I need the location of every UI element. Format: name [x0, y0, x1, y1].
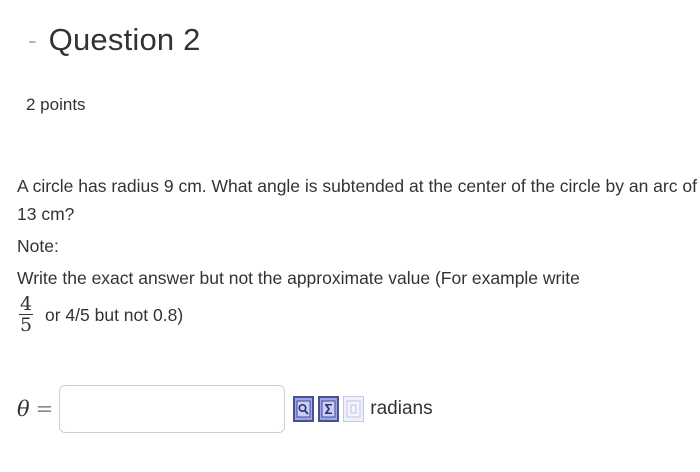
help-icon[interactable]	[343, 396, 365, 422]
question-header: - Question 2	[28, 18, 201, 62]
theta-variable: θ	[17, 397, 30, 421]
collapse-toggle[interactable]: -	[28, 27, 37, 53]
question-text: A circle has radius 9 cm. What angle is …	[17, 176, 697, 224]
fraction-denominator: 5	[19, 314, 33, 336]
preview-icon[interactable]	[293, 396, 315, 422]
example-line: 4 5 or 4/5 but not 0.8)	[17, 294, 700, 335]
instruction-text: Write the exact answer but not the appro…	[17, 268, 580, 288]
question-title: Question 2	[48, 22, 201, 57]
example-tail: or 4/5 but not 0.8)	[45, 304, 184, 325]
units-label: radians	[370, 398, 433, 419]
answer-tools	[293, 396, 368, 422]
equals-sign: =	[35, 397, 54, 421]
question-body: A circle has radius 9 cm. What angle is …	[17, 172, 700, 335]
fraction-numerator: 4	[19, 293, 33, 315]
answer-row: θ = radians	[17, 384, 433, 434]
equation-editor-icon[interactable]	[318, 396, 340, 422]
answer-input[interactable]	[59, 385, 286, 433]
points-label: 2 points	[26, 95, 86, 114]
example-fraction: 4 5	[19, 294, 33, 335]
note-label: Note:	[17, 236, 59, 256]
